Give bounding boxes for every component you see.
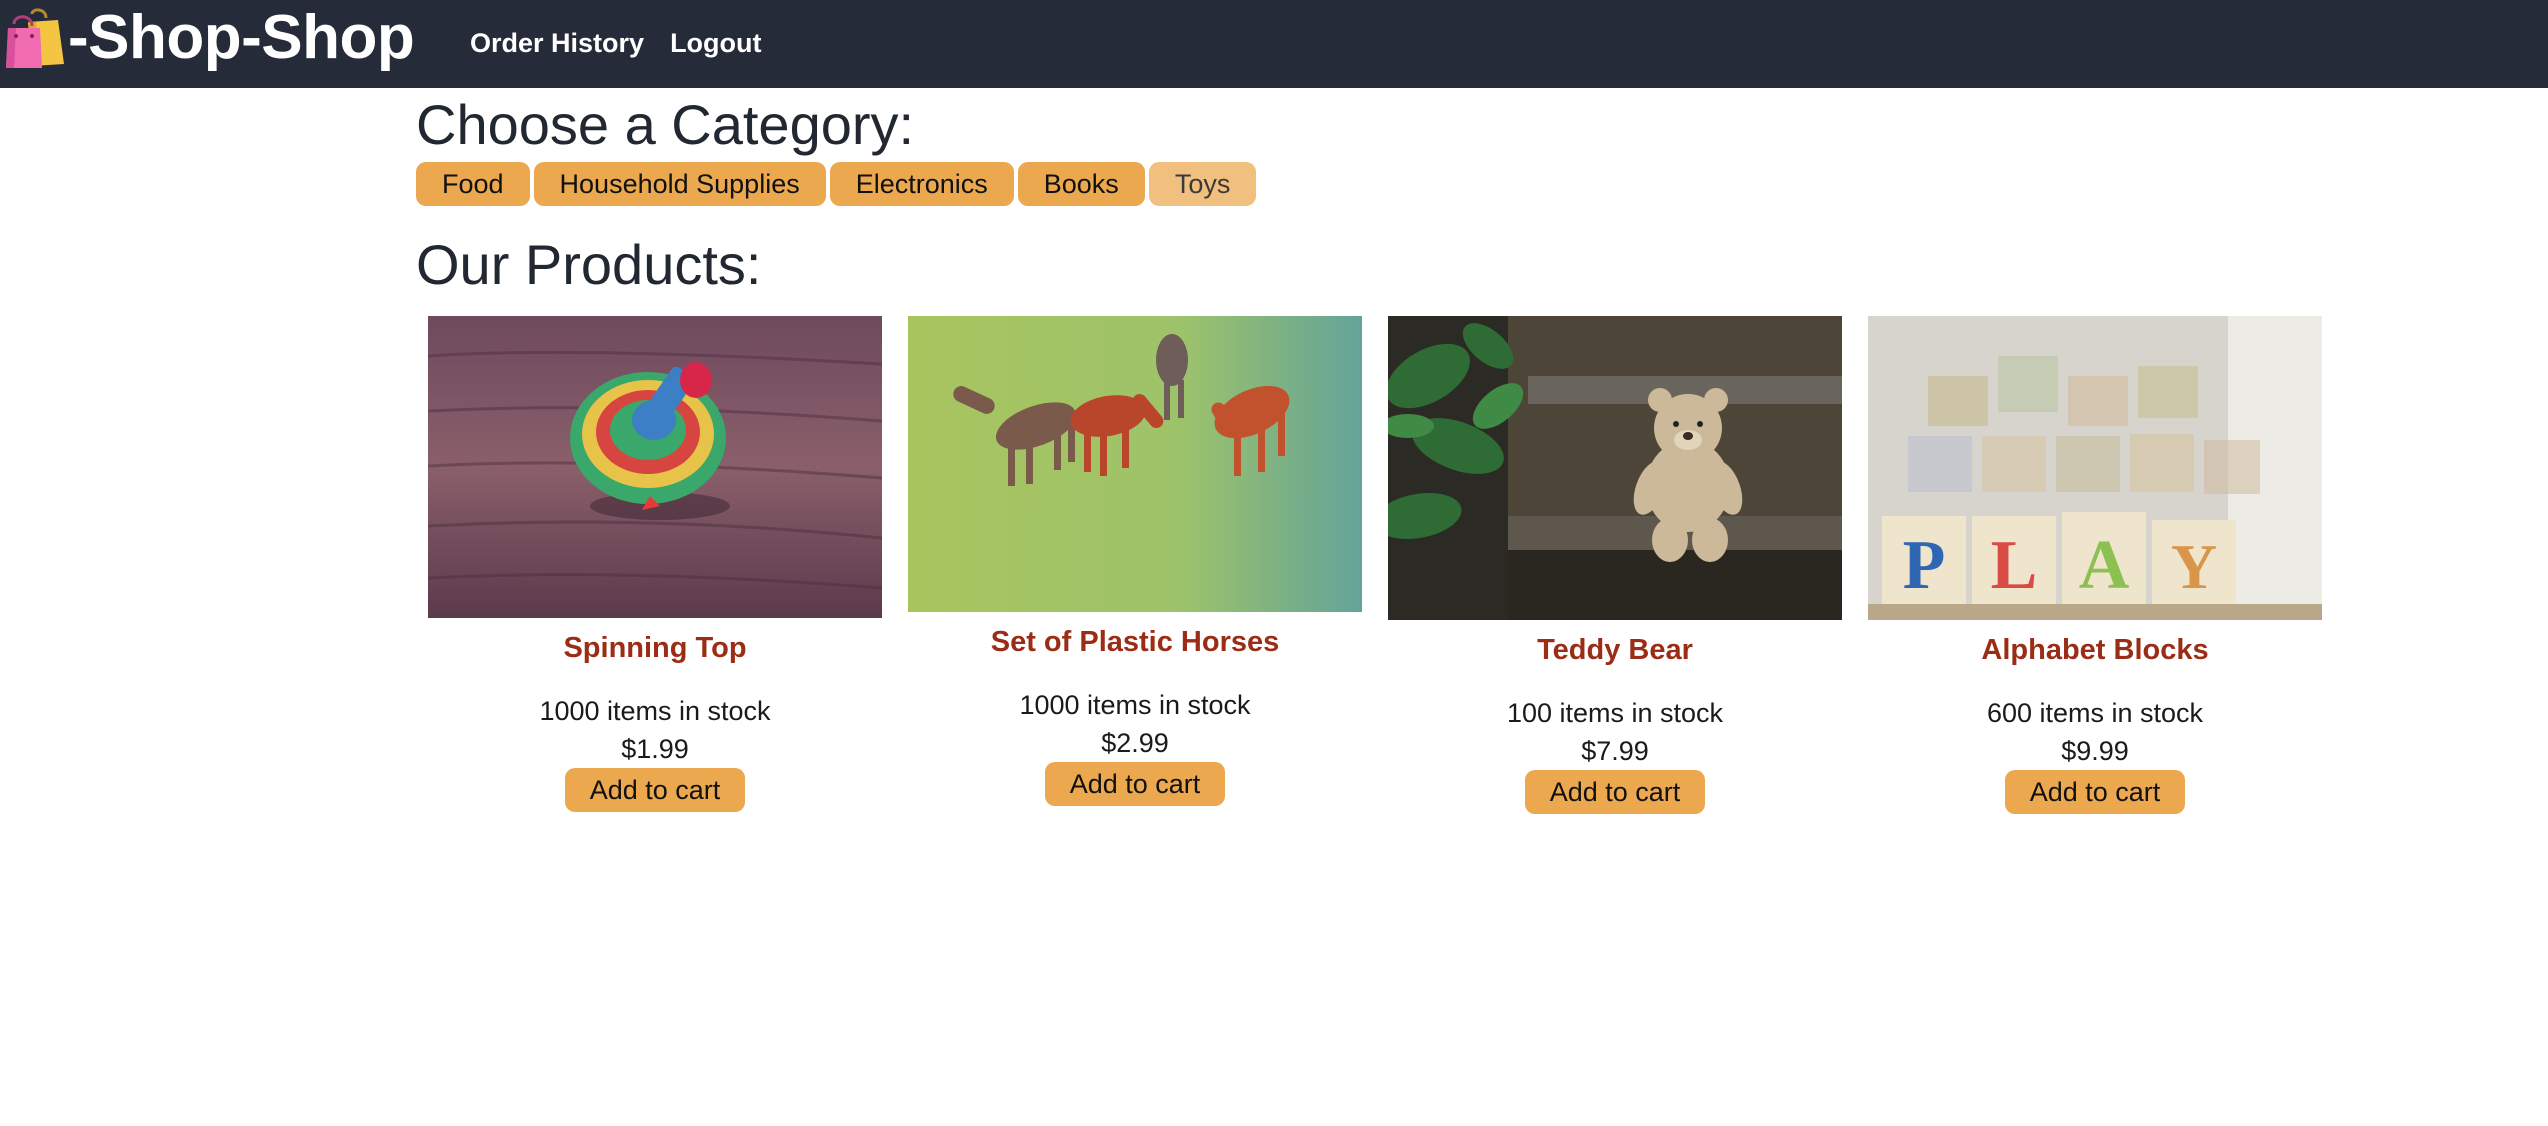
product-card: Spinning Top 1000 items in stock $1.99 A… — [428, 316, 882, 812]
category-list: Food Household Supplies Electronics Book… — [416, 162, 2336, 206]
order-history-link[interactable]: Order History — [470, 26, 644, 60]
product-price: $7.99 — [1581, 736, 1649, 766]
product-price: $9.99 — [2061, 736, 2129, 766]
product-name[interactable]: Spinning Top — [428, 630, 882, 666]
add-to-cart-button[interactable]: Add to cart — [1044, 762, 1226, 806]
logout-link[interactable]: Logout — [670, 26, 761, 60]
product-price: $2.99 — [1101, 728, 1169, 758]
svg-text:Y: Y — [2171, 531, 2217, 602]
product-price: $1.99 — [621, 734, 689, 764]
navbar: -Shop-Shop Order History Logout — [0, 0, 2548, 88]
product-stock: 1000 items in stock — [539, 696, 771, 726]
add-to-cart-button[interactable]: Add to cart — [1524, 770, 1706, 814]
teddy-bear-photo — [1388, 316, 1842, 620]
spinning-top-photo — [428, 316, 882, 618]
product-card: Set of Plastic Horses 1000 items in stoc… — [908, 316, 1362, 806]
add-to-cart-button[interactable]: Add to cart — [2004, 770, 2186, 814]
products-heading: Our Products: — [416, 233, 762, 296]
main-content: Choose a Category: Food Household Suppli… — [416, 90, 2336, 814]
category-button-household-supplies[interactable]: Household Supplies — [533, 162, 826, 206]
svg-text:L: L — [1991, 527, 2038, 604]
brand-title: -Shop-Shop — [68, 3, 415, 72]
shopping-bags-icon — [6, 8, 64, 68]
product-stock: 600 items in stock — [1986, 698, 2204, 728]
product-list: Spinning Top 1000 items in stock $1.99 A… — [428, 316, 2328, 916]
svg-text:A: A — [2079, 527, 2130, 604]
product-name[interactable]: Teddy Bear — [1388, 632, 1842, 668]
product-name[interactable]: Set of Plastic Horses — [908, 624, 1362, 660]
category-heading: Choose a Category: — [416, 93, 915, 156]
product-card: P L A Y Alphabet Blocks 600 items in sto… — [1868, 316, 2322, 814]
product-stock: 1000 items in stock — [1019, 690, 1251, 720]
product-image-link[interactable] — [908, 316, 1362, 612]
alphabet-blocks-photo: P L A Y — [1868, 316, 2322, 620]
category-button-books[interactable]: Books — [1017, 162, 1145, 206]
product-image-link[interactable] — [1388, 316, 1842, 620]
plastic-horses-photo — [908, 316, 1362, 612]
product-image-link[interactable]: P L A Y — [1868, 316, 2322, 620]
svg-text:P: P — [1903, 527, 1946, 604]
add-to-cart-button[interactable]: Add to cart — [564, 768, 746, 812]
brand-link[interactable]: -Shop-Shop — [6, 3, 415, 72]
product-stock: 100 items in stock — [1506, 698, 1724, 728]
nav-links: Order History Logout — [470, 26, 762, 60]
product-card: Teddy Bear 100 items in stock $7.99 Add … — [1388, 316, 1842, 814]
product-image-link[interactable] — [428, 316, 882, 618]
category-button-toys[interactable]: Toys — [1148, 162, 1257, 206]
category-button-food[interactable]: Food — [416, 162, 530, 206]
product-name[interactable]: Alphabet Blocks — [1868, 632, 2322, 668]
category-button-electronics[interactable]: Electronics — [829, 162, 1014, 206]
